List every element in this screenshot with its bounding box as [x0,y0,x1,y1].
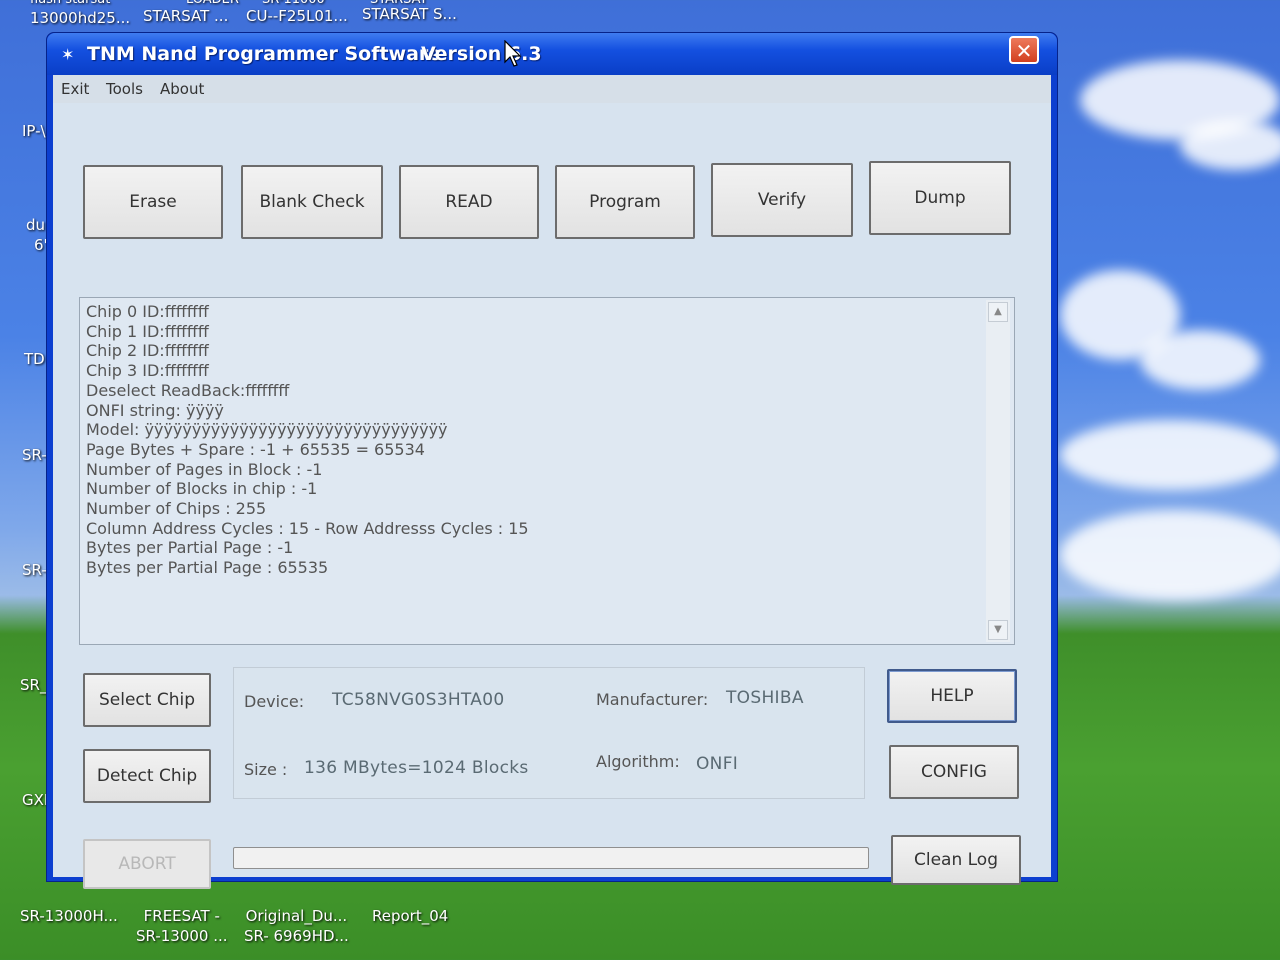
desktop-icon-label-line: Report_04 [372,907,449,925]
client-area: Exit Tools About Erase Blank Check READ … [53,75,1051,889]
log-line: ONFI string: ÿÿÿÿ [86,400,224,420]
config-button-label: CONFIG [921,762,987,782]
dump-button[interactable]: Dump [869,161,1011,235]
verify-button-label: Verify [757,190,807,210]
erase-button-label: Erase [129,192,177,212]
menu-tools[interactable]: Tools [106,80,143,98]
desktop-icon-label[interactable]: 13000hd25... [30,8,130,28]
log-line: Number of Pages in Block : -1 [86,459,323,479]
log-output[interactable]: Chip 0 ID:ffffffff Chip 1 ID:ffffffff Chip… [79,297,1015,645]
abort-button[interactable]: ABORT [83,839,211,889]
window-title: TNM Nand Programmer Software [87,43,442,65]
verify-button[interactable]: Verify [711,163,853,237]
log-line: Deselect ReadBack:ffffffff [86,380,290,400]
app-icon: ✶ [61,45,75,64]
algorithm-label: Algorithm: [596,752,680,771]
title-bar[interactable]: ✶ TNM Nand Programmer Software Version 6… [47,33,1057,75]
log-line: Number of Blocks in chip : -1 [86,479,318,499]
menu-about[interactable]: About [160,80,204,98]
device-label: Device: [244,692,305,711]
detect-chip-button-label: Detect Chip [96,766,198,786]
log-line: Bytes per Partial Page : -1 [86,538,294,558]
desktop-icon-label[interactable]: CU--F25L01... [246,6,348,26]
desktop-icon-label-line: SR-13000H... [20,907,118,925]
read-button[interactable]: READ [399,165,539,239]
detect-chip-button[interactable]: Detect Chip [83,749,211,803]
close-icon: ✕ [1015,39,1033,63]
menu-exit[interactable]: Exit [61,80,89,98]
log-line: Chip 2 ID:ffffffff [86,341,209,361]
main-panel: Erase Blank Check READ Program Verify Du… [53,103,1051,889]
log-line: Chip 3 ID:ffffffff [86,361,209,381]
log-lines: Chip 0 ID:ffffffff Chip 1 ID:ffffffff Chip… [86,302,978,578]
mouse-cursor-icon [504,40,522,67]
manufacturer-value: TOSHIBA [726,688,804,708]
log-scrollbar[interactable]: ▲ ▼ [986,300,1010,642]
desktop-icon-label[interactable]: IP-\ [22,122,46,140]
desktop-icon-label-line: Original_Du... [245,907,348,925]
desktop-icon-label[interactable]: du [26,216,45,234]
desktop-icon-label-line: SR-13000 ... [136,927,228,945]
select-chip-button[interactable]: Select Chip [83,673,211,727]
desktop-icon-label[interactable]: STARSAT ... [143,6,228,26]
blank-check-button-label: Blank Check [259,192,365,212]
algorithm-value: ONFI [696,754,739,774]
log-line: Chip 0 ID:ffffffff [86,302,209,321]
help-button[interactable]: HELP [887,669,1017,723]
log-line: Column Address Cycles : 15 - Row Address… [86,518,529,538]
scroll-down-icon[interactable]: ▼ [988,620,1008,640]
app-window: ✶ TNM Nand Programmer Software Version 6… [46,32,1058,889]
size-label: Size : [244,760,288,779]
scroll-up-icon[interactable]: ▲ [988,302,1008,322]
desktop-icon-label[interactable]: SR- [22,561,47,579]
progress-bar [233,847,869,869]
program-button[interactable]: Program [555,165,695,239]
desktop-icon-label[interactable]: FREESAT - SR-13000 ... [136,906,228,946]
device-value: TC58NVG0S3HTA00 [332,690,505,710]
erase-button[interactable]: Erase [83,165,223,239]
config-button[interactable]: CONFIG [889,745,1019,799]
desktop-icon-label-line: FREESAT - [143,907,220,925]
read-button-label: READ [445,192,493,212]
size-value: 136 MBytes=1024 Blocks [304,758,529,778]
desktop-icon-label-line: SR- 6969HD... [244,927,349,945]
abort-button-label: ABORT [118,854,176,874]
desktop-icon-label[interactable]: Original_Du... SR- 6969HD... [244,906,349,946]
clean-log-button[interactable]: Clean Log [891,835,1021,885]
desktop-icon-label[interactable]: Report_04 [372,906,448,926]
manufacturer-label: Manufacturer: [596,690,709,709]
blank-check-button[interactable]: Blank Check [241,165,383,239]
desktop-icon-label[interactable]: SR- [22,446,47,464]
log-line: Page Bytes + Spare : -1 + 65535 = 65534 [86,439,425,459]
desktop-icon-label[interactable]: GXI [22,791,48,809]
desktop-icon-label[interactable]: SR-13000H... [20,906,118,926]
log-line: Model: ÿÿÿÿÿÿÿÿÿÿÿÿÿÿÿÿÿÿÿÿÿÿÿÿÿÿÿÿÿÿÿÿ [86,420,448,440]
device-info-panel: Device: TC58NVG0S3HTA00 Manufacturer: TO… [233,667,865,799]
program-button-label: Program [589,192,661,212]
log-line: Chip 1 ID:ffffffff [86,321,209,341]
close-button[interactable]: ✕ [1009,36,1039,64]
clean-log-button-label: Clean Log [913,850,998,870]
help-button-label: HELP [930,686,974,706]
select-chip-button-label: Select Chip [98,690,195,710]
desktop-icon-label[interactable]: TD [24,350,45,368]
dump-button-label: Dump [914,188,966,208]
log-line: Number of Chips : 255 [86,499,267,519]
log-line: Bytes per Partial Page : 65535 [86,558,329,578]
menu-bar: Exit Tools About [53,75,1051,103]
desktop-icon-label[interactable]: STARSAT S... [362,4,457,24]
desktop-icon-label[interactable]: SR_ [20,676,47,694]
